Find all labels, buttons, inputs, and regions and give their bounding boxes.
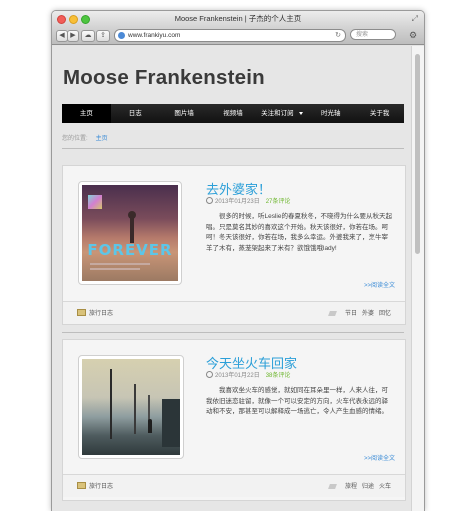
- lamp-post: [110, 369, 112, 439]
- folder-icon: [77, 482, 86, 489]
- comment-count[interactable]: 27条评论: [266, 199, 291, 205]
- clock-icon: [206, 197, 213, 204]
- post-date: 2013年01月23日: [215, 199, 260, 205]
- nav-item-photos[interactable]: 图片墙: [160, 104, 209, 123]
- traveler-figure: [148, 419, 152, 433]
- nav-item-follow[interactable]: 关注和订阅: [257, 104, 306, 123]
- clock-icon: [206, 371, 213, 378]
- post-excerpt: 我喜欢坐火车的感觉，就如同在耳朵里一样，人来人往，可我依旧迷恋驻留，就像一个可以…: [206, 387, 388, 415]
- train-car: [162, 399, 180, 447]
- main-nav: 主页 日志 图片墙 视频墙 关注和订阅 时光轴 关于我: [62, 104, 404, 123]
- post-date: 2013年01月22日: [215, 373, 260, 379]
- category-label: 旅行日志: [89, 311, 114, 317]
- close-window-button[interactable]: [57, 15, 66, 24]
- tag-link[interactable]: 回忆: [379, 311, 391, 317]
- zoom-window-button[interactable]: [81, 15, 90, 24]
- back-arrow-icon: ◀: [59, 32, 65, 39]
- forward-arrow-icon: ▶: [70, 32, 76, 39]
- nav-item-home[interactable]: 主页: [62, 104, 111, 123]
- cloud-icon: ☁: [84, 32, 92, 39]
- post-meta: 2013年01月23日 27条评论: [206, 196, 290, 205]
- dropdown-caret-icon: [298, 111, 303, 115]
- minimize-window-button[interactable]: [69, 15, 78, 24]
- tag-icon: [328, 311, 337, 316]
- forever-poster-image: FOREVER: [82, 185, 178, 281]
- nav-item-follow-label: 关注和订阅: [261, 110, 294, 117]
- title-bar: Moose Frankenstein | 子杰的个人主页 ⤢: [52, 11, 424, 27]
- read-more-link[interactable]: >>阅读全文: [364, 453, 395, 462]
- post-category[interactable]: 旅行日志: [77, 481, 113, 490]
- breadcrumb-prefix: 您的位置:: [62, 136, 88, 142]
- poster-title: FOREVER: [87, 241, 173, 259]
- comment-count[interactable]: 38条评论: [266, 373, 291, 379]
- browser-toolbar: ◀ ▶ ☁ ⇪ www.frankiyu.com ↻ 搜索 ⚙: [52, 27, 424, 45]
- site-title[interactable]: Moose Frankenstein: [63, 66, 265, 90]
- poster-text-line: [90, 268, 140, 270]
- category-label: 旅行日志: [89, 484, 114, 490]
- fullscreen-icon[interactable]: ⤢: [412, 14, 418, 23]
- url-text: www.frankiyu.com: [128, 32, 181, 39]
- scrollbar-thumb[interactable]: [415, 54, 420, 254]
- breadcrumb-current[interactable]: 主页: [96, 136, 108, 142]
- poster-figure: [130, 217, 134, 243]
- lamp-post: [134, 384, 136, 434]
- post-tags: 节日 外婆 回忆: [328, 308, 391, 317]
- post-thumbnail[interactable]: [78, 355, 184, 459]
- tag-link[interactable]: 外婆: [362, 311, 374, 317]
- share-icon: ⇪: [100, 32, 106, 39]
- nav-item-blog[interactable]: 日志: [111, 104, 160, 123]
- breadcrumb: 您的位置: 主页: [62, 133, 108, 142]
- vertical-scrollbar[interactable]: [411, 46, 424, 511]
- nav-item-timeline[interactable]: 时光轴: [306, 104, 355, 123]
- post-category[interactable]: 旅行日志: [77, 308, 113, 317]
- address-bar[interactable]: www.frankiyu.com ↻: [114, 29, 346, 42]
- nav-item-videos[interactable]: 视频墙: [209, 104, 258, 123]
- search-field[interactable]: 搜索: [350, 29, 396, 40]
- reload-icon[interactable]: ↻: [335, 30, 341, 41]
- post-footer: 旅行日志 旅程 归途 火车: [63, 474, 405, 497]
- window-title: Moose Frankenstein | 子杰的个人主页: [174, 14, 302, 23]
- poster-text-line: [90, 263, 150, 265]
- folder-icon: [77, 309, 86, 316]
- share-button[interactable]: ⇪: [96, 30, 110, 42]
- gear-icon[interactable]: ⚙: [408, 30, 418, 40]
- tag-link[interactable]: 旅程: [345, 484, 357, 490]
- read-more-link[interactable]: >>阅读全文: [364, 280, 395, 289]
- divider: [62, 332, 404, 333]
- tag-link[interactable]: 节日: [345, 311, 357, 317]
- post-card: 今天坐火车回家 2013年01月22日 38条评论 我喜欢坐火车的感觉，就如同在耳…: [62, 339, 406, 501]
- browser-window: Moose Frankenstein | 子杰的个人主页 ⤢ ◀ ▶ ☁ ⇪ w…: [51, 10, 425, 511]
- poster-figure-head: [128, 211, 136, 219]
- post-card: FOREVER 去外婆家！ 2013年01月23日 27条评论 很多的时候，听Le…: [62, 165, 406, 325]
- post-thumbnail[interactable]: FOREVER: [78, 181, 182, 285]
- poster-sticker: [88, 195, 102, 209]
- train-platform-image: [82, 359, 180, 455]
- web-page: Moose Frankenstein 主页 日志 图片墙 视频墙 关注和订阅 时…: [52, 46, 412, 511]
- tag-link[interactable]: 火车: [379, 484, 391, 490]
- divider: [62, 148, 404, 149]
- forward-button[interactable]: ▶: [67, 30, 79, 42]
- tag-link[interactable]: 归途: [362, 484, 374, 490]
- post-excerpt: 很多的时候，听Leslie的春夏秋冬，不晓得为什么要从秋天起唱。只是莫名其妙的喜…: [206, 213, 392, 252]
- window-controls: [57, 15, 90, 24]
- post-footer: 旅行日志 节日 外婆 回忆: [63, 301, 405, 324]
- icloud-tabs-button[interactable]: ☁: [81, 30, 95, 42]
- globe-icon: [118, 31, 125, 39]
- post-tags: 旅程 归途 火车: [328, 481, 391, 490]
- nav-item-about[interactable]: 关于我: [355, 104, 404, 123]
- tag-icon: [328, 484, 337, 489]
- post-meta: 2013年01月22日 38条评论: [206, 370, 290, 379]
